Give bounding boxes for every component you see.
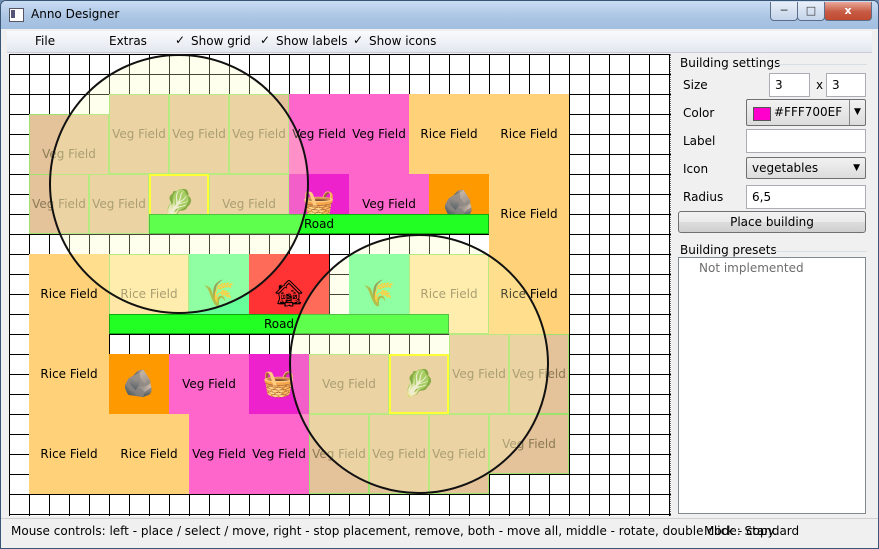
size-label: Size: [683, 78, 708, 92]
menu-show-labels[interactable]: Show labels: [276, 34, 347, 48]
market-icon: 🧺: [262, 369, 296, 399]
close-button[interactable]: x: [824, 2, 872, 21]
rice-field-building[interactable]: Rice Field: [29, 254, 109, 334]
rice-field-building[interactable]: Rice Field: [489, 254, 569, 334]
stone-building[interactable]: 🪨: [109, 354, 169, 414]
veg-field-building[interactable]: Veg Field: [429, 414, 489, 494]
status-bar: Mouse controls: left - place / select / …: [1, 518, 878, 548]
rice-field-building[interactable]: Rice Field: [489, 94, 569, 174]
chevron-down-icon: ▼: [849, 100, 865, 125]
veg-field-building[interactable]: Veg Field: [249, 414, 309, 494]
rice-field-building[interactable]: Rice Field: [489, 174, 569, 254]
show-grid-check-icon: ✓: [175, 33, 186, 47]
building-settings-title: Building settings: [680, 56, 781, 70]
vegetables-icon: 🥬: [402, 369, 436, 399]
veg-field-building[interactable]: Veg Field: [349, 94, 409, 174]
app-icon: [9, 8, 24, 22]
color-swatch: [753, 107, 771, 121]
show-icons-check-icon: ✓: [353, 33, 364, 47]
group-divider: [773, 251, 867, 252]
presets-list[interactable]: Not implemented: [678, 257, 866, 514]
menu-file[interactable]: File: [35, 34, 55, 48]
radius-label: Radius: [683, 190, 724, 204]
rice-field-building[interactable]: Rice Field: [29, 334, 109, 414]
window-title: Anno Designer: [31, 7, 120, 21]
veg-field-building[interactable]: Veg Field: [289, 94, 349, 174]
building-presets-title: Building presets: [680, 243, 777, 257]
menu-bar: File Extras ✓ Show grid ✓ Show labels ✓ …: [7, 31, 872, 53]
chevron-down-icon: ▼: [853, 163, 860, 173]
veg-field-building[interactable]: Veg Field: [309, 414, 369, 494]
veg-field-building[interactable]: Veg Field: [449, 334, 509, 414]
market-building[interactable]: 🧺: [249, 354, 309, 414]
veg-field-building[interactable]: Veg Field: [109, 94, 169, 174]
veg-field-building[interactable]: Veg Field: [489, 414, 569, 474]
menu-show-icons[interactable]: Show icons: [369, 34, 436, 48]
size-x-label: x: [816, 78, 824, 92]
color-label: Color: [683, 106, 715, 120]
maximize-button[interactable]: □: [797, 2, 825, 21]
minimize-button[interactable]: ─: [770, 2, 798, 21]
veg-field-building[interactable]: Veg Field: [229, 94, 289, 174]
size-height-input[interactable]: 3: [826, 73, 866, 97]
stone-icon: 🪨: [122, 369, 156, 399]
veg-field-building[interactable]: Veg Field: [89, 174, 149, 234]
warehouse-icon: 🏚: [272, 279, 306, 309]
road[interactable]: Road: [109, 314, 449, 334]
vegetables-building[interactable]: 🥬: [389, 354, 449, 414]
group-divider: [773, 64, 867, 65]
road[interactable]: Road: [149, 214, 489, 234]
rice-field-building[interactable]: Rice Field: [29, 414, 109, 494]
app-window: Anno Designer ─ □ x File Extras ✓ Show g…: [0, 0, 879, 549]
color-value: #FFF700EF: [774, 105, 843, 119]
size-width-input[interactable]: 3: [769, 73, 810, 97]
rice-field-building[interactable]: Rice Field: [409, 94, 489, 174]
veg-field-building[interactable]: Veg Field: [29, 174, 89, 234]
design-canvas[interactable]: Veg Field Veg Field Veg Field Veg Field Veg …: [9, 54, 671, 516]
menu-show-grid[interactable]: Show grid: [191, 34, 251, 48]
veg-field-building[interactable]: Veg Field: [509, 334, 569, 414]
side-panel: Building settings Size 3 x 3 Color #FFF7…: [673, 54, 872, 516]
mode-text: Mode: Standard: [704, 524, 800, 538]
icon-select-value: vegetables: [752, 161, 819, 175]
radius-input[interactable]: 6,5: [746, 185, 866, 209]
show-labels-check-icon: ✓: [260, 33, 271, 47]
veg-field-building[interactable]: Veg Field: [169, 354, 249, 414]
mouse-controls-text: Mouse controls: left - place / select / …: [11, 524, 777, 538]
title-bar[interactable]: Anno Designer ─ □ x: [1, 1, 878, 29]
hay-bale-icon: 🌾: [362, 279, 396, 309]
veg-field-building[interactable]: Veg Field: [309, 354, 389, 414]
hay-bale-icon: 🌾: [202, 279, 236, 309]
label-label: Label: [683, 134, 716, 148]
menu-extras[interactable]: Extras: [109, 34, 147, 48]
veg-field-building[interactable]: Veg Field: [369, 414, 429, 494]
icon-label: Icon: [683, 162, 709, 176]
veg-field-building[interactable]: Veg Field: [169, 94, 229, 174]
place-building-button[interactable]: Place building: [678, 211, 866, 233]
presets-empty-text: Not implemented: [699, 261, 804, 275]
label-input[interactable]: [746, 129, 866, 153]
color-picker[interactable]: #FFF700EF ▼: [746, 99, 866, 126]
icon-select[interactable]: vegetables ▼: [746, 157, 866, 179]
rice-field-building[interactable]: Rice Field: [109, 414, 189, 494]
veg-field-building[interactable]: Veg Field: [189, 414, 249, 494]
